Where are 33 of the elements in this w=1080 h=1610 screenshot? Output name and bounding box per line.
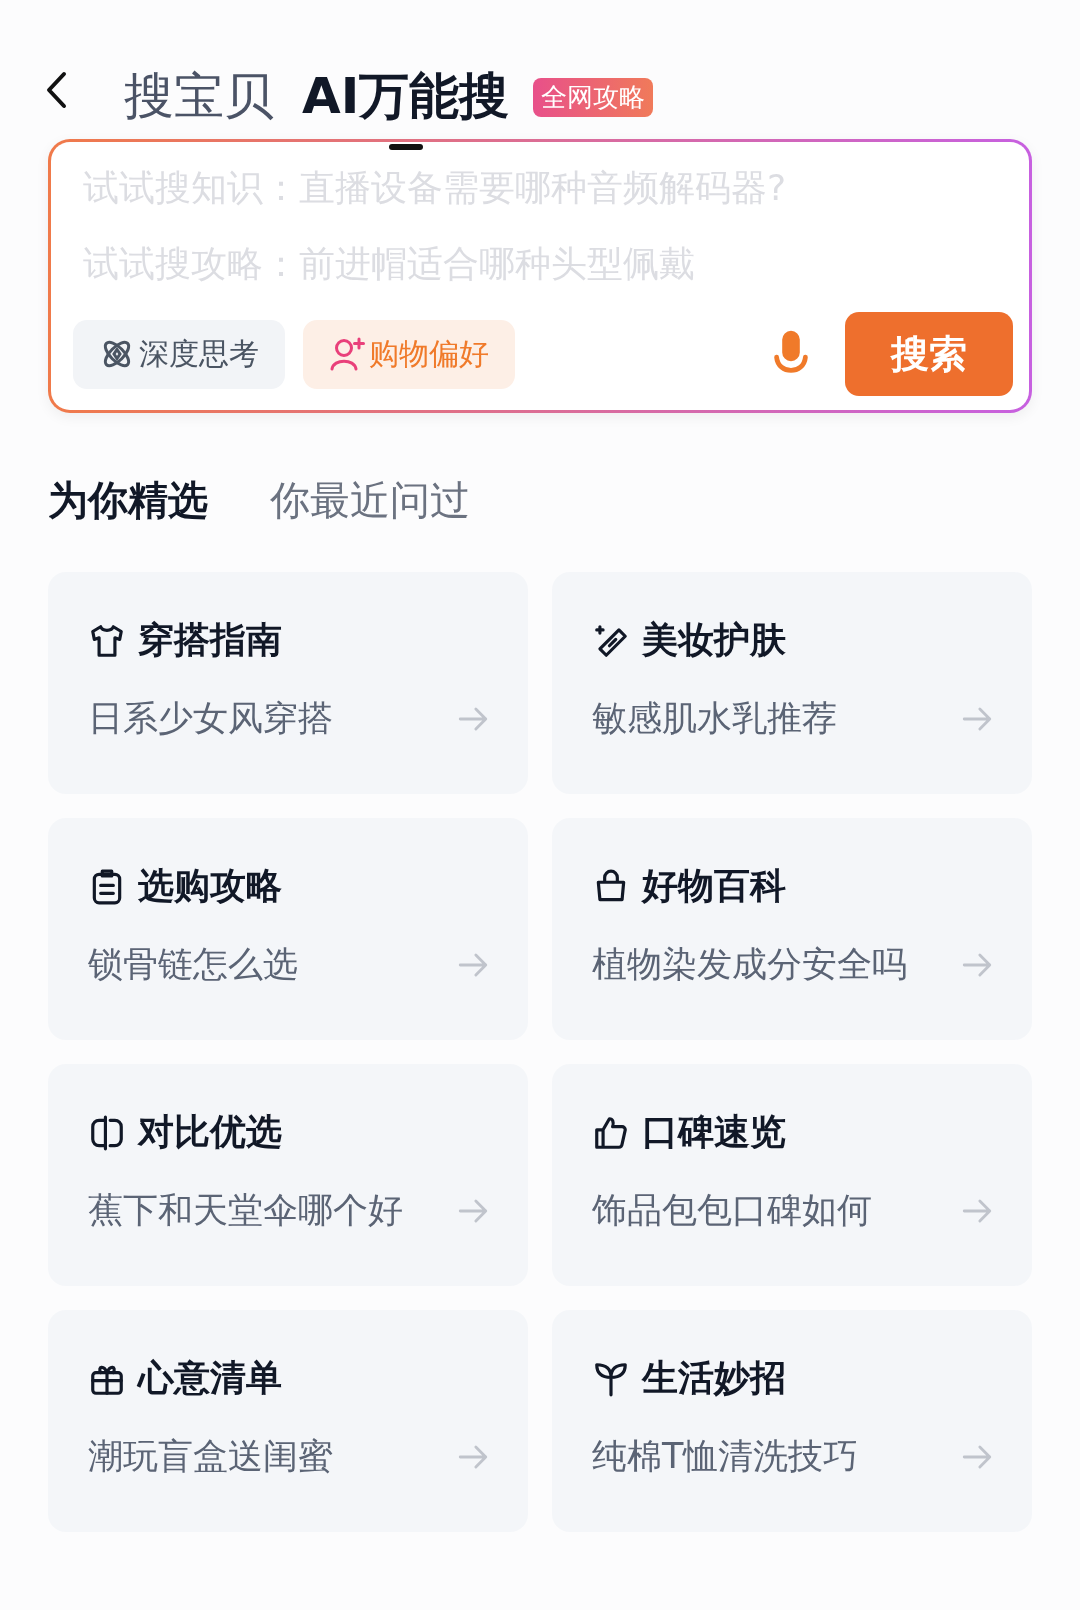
topic-card[interactable]: 选购攻略 锁骨链怎么选 <box>48 818 528 1040</box>
tab[interactable]: 搜宝贝 <box>124 66 274 150</box>
person-sparkle-icon <box>329 336 365 372</box>
section-tab[interactable]: 你最近问过 <box>270 473 470 528</box>
card-title: 选购攻略 <box>138 864 282 908</box>
card-title: 生活妙招 <box>642 1356 786 1400</box>
topic-card[interactable]: 穿搭指南 日系少女风穿搭 <box>48 572 528 794</box>
card-title: 心意清单 <box>138 1356 282 1400</box>
mode-chip[interactable]: 深度思考 <box>73 319 285 389</box>
card-query: 日系少女风穿搭 <box>88 697 333 740</box>
compare-icon <box>88 1113 126 1152</box>
card-title: 美妆护肤 <box>642 618 786 662</box>
topic-card[interactable]: 美妆护肤 敏感肌水乳推荐 <box>552 572 1032 794</box>
card-query: 潮玩盲盒送闺蜜 <box>88 1435 333 1478</box>
card-query: 锁骨链怎么选 <box>88 943 298 986</box>
topic-card[interactable]: 生活妙招 纯棉T恤清洗技巧 <box>552 1310 1032 1532</box>
topic-card[interactable]: 心意清单 潮玩盲盒送闺蜜 <box>48 1310 528 1532</box>
card-title: 穿搭指南 <box>138 618 282 662</box>
card-query: 植物染发成分安全吗 <box>592 943 907 986</box>
card-title: 口碑速览 <box>642 1110 786 1154</box>
topic-card[interactable]: 好物百科 植物染发成分安全吗 <box>552 818 1032 1040</box>
topic-card[interactable]: 对比优选 蕉下和天堂伞哪个好 <box>48 1064 528 1286</box>
card-query: 饰品包包口碑如何 <box>592 1189 872 1232</box>
tab-badge: 全网攻略 <box>533 78 654 117</box>
card-title: 好物百科 <box>642 864 786 908</box>
topic-card[interactable]: 口碑速览 饰品包包口碑如何 <box>552 1064 1032 1286</box>
card-query: 蕉下和天堂伞哪个好 <box>88 1189 403 1232</box>
card-query: 敏感肌水乳推荐 <box>592 697 837 740</box>
card-title: 对比优选 <box>138 1110 282 1154</box>
back-icon[interactable] <box>44 70 68 110</box>
tab[interactable]: AI万能搜 <box>302 66 510 150</box>
card-query: 纯棉T恤清洗技巧 <box>592 1435 859 1478</box>
section-tab[interactable]: 为你精选 <box>48 473 208 528</box>
